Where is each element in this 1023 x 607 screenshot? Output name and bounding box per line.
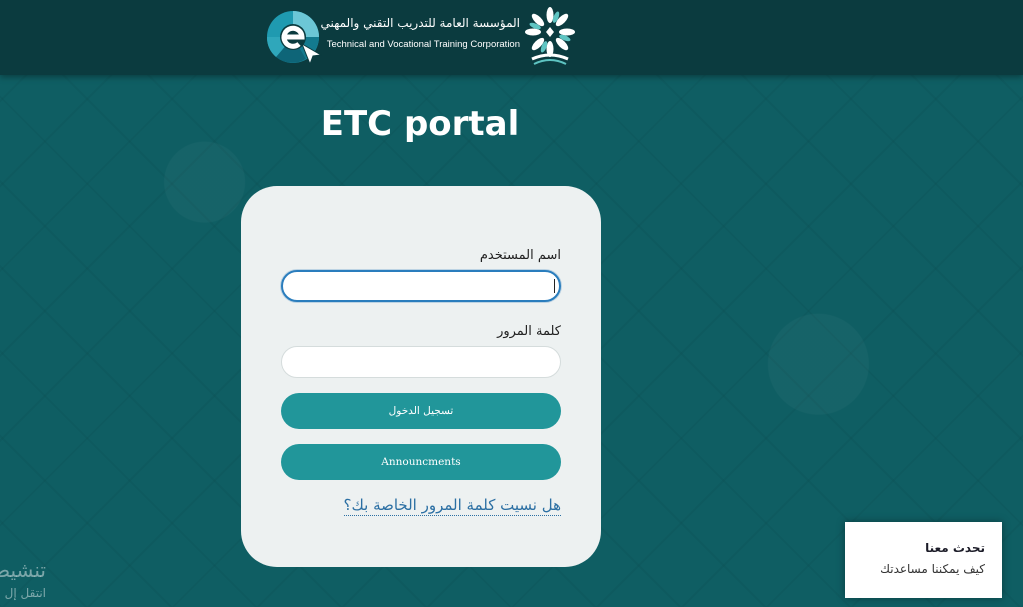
page-title: ETC portal [320,104,520,144]
password-input[interactable] [281,346,561,378]
chat-title: تحدث معنا [925,541,985,555]
chat-widget[interactable]: تحدث معنا كيف يمكننا مساعدتك [845,522,1002,598]
activation-subtitle: انتقل إل [4,586,46,600]
login-card: اسم المستخدم كلمة المرور تسجيل الدخول An… [241,186,601,567]
tvtc-seal-icon [525,7,575,65]
top-header: المؤسسة العامة للتدريب التقني والمهني Te… [0,0,1023,75]
forgot-password-link[interactable]: هل نسيت كلمة المرور الخاصة بك؟ [343,496,561,516]
password-label: كلمة المرور [497,324,561,339]
activation-title: تنشيط [0,558,46,582]
username-input[interactable] [281,270,561,302]
windows-activation-watermark: تنشيط انتقل إل [0,556,46,606]
chat-subtitle: كيف يمكننا مساعدتك [880,562,985,576]
org-name-english: Technical and Vocational Training Corpor… [326,39,520,50]
announcements-button[interactable]: Announcments [281,444,561,480]
etc-logo-icon[interactable] [266,9,326,67]
text-caret [554,279,555,293]
org-name-arabic: المؤسسة العامة للتدريب التقني والمهني [320,16,520,30]
username-label: اسم المستخدم [479,248,561,263]
org-logo[interactable]: المؤسسة العامة للتدريب التقني والمهني Te… [320,6,576,68]
login-button[interactable]: تسجيل الدخول [281,393,561,429]
